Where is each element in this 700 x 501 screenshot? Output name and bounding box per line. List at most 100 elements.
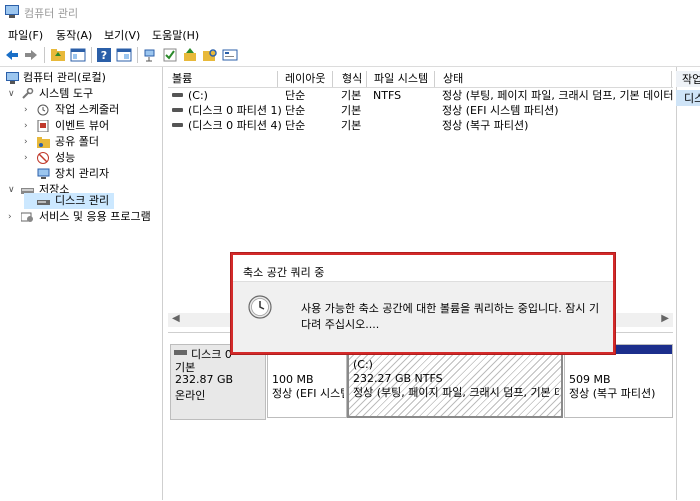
volume-name: (디스크 0 파티션 1)	[188, 104, 282, 117]
column-layout[interactable]: 레이아웃	[285, 72, 325, 86]
tree-label: 성능	[55, 151, 76, 164]
dialog-title: 축소 공간 쿼리 중	[243, 266, 325, 279]
toolbar: ?	[0, 44, 700, 67]
volume-type: 기본	[341, 104, 362, 117]
tree-shared-folders[interactable]: › 공유 폴더	[24, 134, 162, 150]
tree-label: 서비스 및 응용 프로그램	[39, 210, 151, 223]
check-icon[interactable]	[162, 47, 178, 63]
tree-label: 이벤트 뷰어	[55, 119, 110, 132]
disk-size: 232.87 GB	[175, 373, 234, 386]
computer-management-icon	[6, 72, 19, 84]
partition-recovery[interactable]: 509 MB 정상 (복구 파티션)	[564, 344, 673, 418]
window-title: 컴퓨터 관리	[24, 7, 79, 20]
tree-root-label: 컴퓨터 관리(로컬)	[23, 71, 106, 84]
console-icon[interactable]	[222, 47, 238, 63]
tree-label: 공유 폴더	[55, 135, 99, 148]
tree-performance[interactable]: › 성능	[24, 150, 162, 166]
volume-type: 기본	[341, 119, 362, 132]
actions-header-label: 작업	[682, 73, 700, 86]
actions-item-disk-management[interactable]: 디스크 관리	[676, 90, 700, 106]
column-status[interactable]: 상태	[443, 72, 463, 86]
partition-status: 정상 (부팅, 페이지 파일, 크래시 덤프, 기본 데이터)	[353, 386, 559, 399]
help-icon[interactable]: ?	[96, 47, 112, 63]
column-file-system[interactable]: 파일 시스템	[374, 72, 428, 86]
dialog-message: 사용 가능한 축소 공간에 대한 볼륨을 쿼리하는 중입니다. 잠시 기다려 주…	[301, 302, 600, 331]
partition-c[interactable]: (C:) 232.27 GB NTFS 정상 (부팅, 페이지 파일, 크래시 …	[347, 344, 563, 418]
back-icon[interactable]	[4, 47, 20, 63]
actions-pane	[676, 67, 700, 500]
disk-state: 온라인	[175, 389, 206, 402]
device-manager-icon	[37, 168, 50, 179]
column-type[interactable]: 형식	[342, 72, 362, 86]
scroll-left-icon[interactable]: ◀	[172, 313, 180, 324]
menu-action[interactable]: 동작(A)	[56, 27, 92, 43]
shared-folder-icon	[37, 137, 50, 148]
table-row[interactable]: (디스크 0 파티션 4) 단순 기본 정상 (복구 파티션)	[168, 118, 673, 133]
disk-name: 디스크 0	[191, 348, 232, 361]
svg-text:?: ?	[101, 49, 107, 62]
volume-icon	[172, 108, 183, 112]
menu-help[interactable]: 도움말(H)	[152, 27, 199, 43]
tree-device-manager[interactable]: 장치 관리자	[24, 166, 162, 182]
disk-management-icon	[37, 200, 50, 205]
volume-status: 정상 (복구 파티션)	[442, 119, 529, 132]
chevron-down-icon[interactable]: ∨	[8, 86, 18, 102]
volume-icon	[172, 93, 183, 97]
upload-icon[interactable]	[182, 47, 198, 63]
scroll-right-icon[interactable]: ▶	[661, 313, 669, 324]
connect-icon[interactable]	[143, 47, 159, 63]
table-row[interactable]: (디스크 0 파티션 1) 단순 기본 정상 (EFI 시스템 파티션)	[168, 103, 673, 118]
computer-management-icon	[5, 5, 19, 18]
event-viewer-icon	[37, 120, 49, 132]
volume-icon	[172, 123, 183, 127]
performance-icon	[37, 152, 49, 164]
tree-root[interactable]: 컴퓨터 관리(로컬)	[6, 70, 162, 86]
tree-label: 장치 관리자	[55, 167, 110, 180]
disk-label[interactable]: 디스크 0 기본 232.87 GB 온라인	[170, 344, 266, 420]
chevron-right-icon[interactable]: ›	[8, 209, 18, 225]
tree-disk-management[interactable]: 디스크 관리	[24, 193, 114, 209]
partition-efi[interactable]: 100 MB 정상 (EFI 시스템 파티션)	[267, 344, 347, 418]
volume-layout: 단순	[285, 89, 306, 102]
table-row[interactable]: (C:) 단순 기본 NTFS 정상 (부팅, 페이지 파일, 크래시 덤프, …	[168, 88, 674, 103]
volume-status: 정상 (EFI 시스템 파티션)	[442, 104, 559, 117]
clock-icon	[37, 104, 49, 116]
tree-label: 시스템 도구	[39, 87, 94, 100]
chevron-right-icon[interactable]: ›	[24, 102, 34, 118]
chevron-right-icon[interactable]: ›	[24, 134, 34, 150]
volume-layout: 단순	[285, 119, 306, 132]
tree-label: 디스크 관리	[55, 194, 110, 207]
up-folder-icon[interactable]	[50, 47, 66, 63]
partition-status: 정상 (EFI 시스템 파티션)	[272, 387, 344, 400]
properties-icon[interactable]	[116, 47, 132, 63]
actions-header: 작업	[676, 71, 700, 87]
tree-services[interactable]: › 서비스 및 응용 프로그램	[8, 209, 162, 225]
volume-name: (디스크 0 파티션 4)	[188, 119, 282, 132]
search-folder-icon[interactable]	[202, 47, 218, 63]
tree-task-scheduler[interactable]: › 작업 스케줄러	[24, 102, 162, 118]
partition-status: 정상 (복구 파티션)	[569, 387, 656, 400]
column-volume[interactable]: 볼륨	[172, 72, 192, 86]
dialog-title-bar: 축소 공간 쿼리 중	[233, 255, 613, 282]
tree-system-tools[interactable]: ∨ 시스템 도구	[8, 86, 162, 102]
volume-status: 정상 (부팅, 페이지 파일, 크래시 덤프, 기본 데이터	[442, 89, 674, 102]
tree-label: 작업 스케줄러	[55, 103, 120, 116]
partition-label: (C:)	[353, 358, 373, 371]
tools-icon	[22, 88, 34, 99]
disk-icon	[174, 350, 187, 355]
forward-icon[interactable]	[23, 47, 39, 63]
show-hide-tree-icon[interactable]	[70, 47, 86, 63]
volume-layout: 단순	[285, 104, 306, 117]
chevron-down-icon[interactable]: ∨	[8, 182, 18, 198]
chevron-right-icon[interactable]: ›	[24, 118, 34, 134]
title-bar: 컴퓨터 관리	[0, 0, 700, 24]
tree-event-viewer[interactable]: › 이벤트 뷰어	[24, 118, 162, 134]
volume-fs: NTFS	[373, 89, 402, 102]
volume-type: 기본	[341, 89, 362, 102]
volume-name: (C:)	[188, 89, 208, 102]
chevron-right-icon[interactable]: ›	[24, 150, 34, 166]
menu-file[interactable]: 파일(F)	[8, 27, 43, 43]
volume-list-header: 볼륨 레이아웃 형식 파일 시스템 상태	[168, 71, 673, 88]
menu-view[interactable]: 보기(V)	[104, 27, 140, 43]
actions-item-label: 디스크 관리	[684, 92, 700, 105]
